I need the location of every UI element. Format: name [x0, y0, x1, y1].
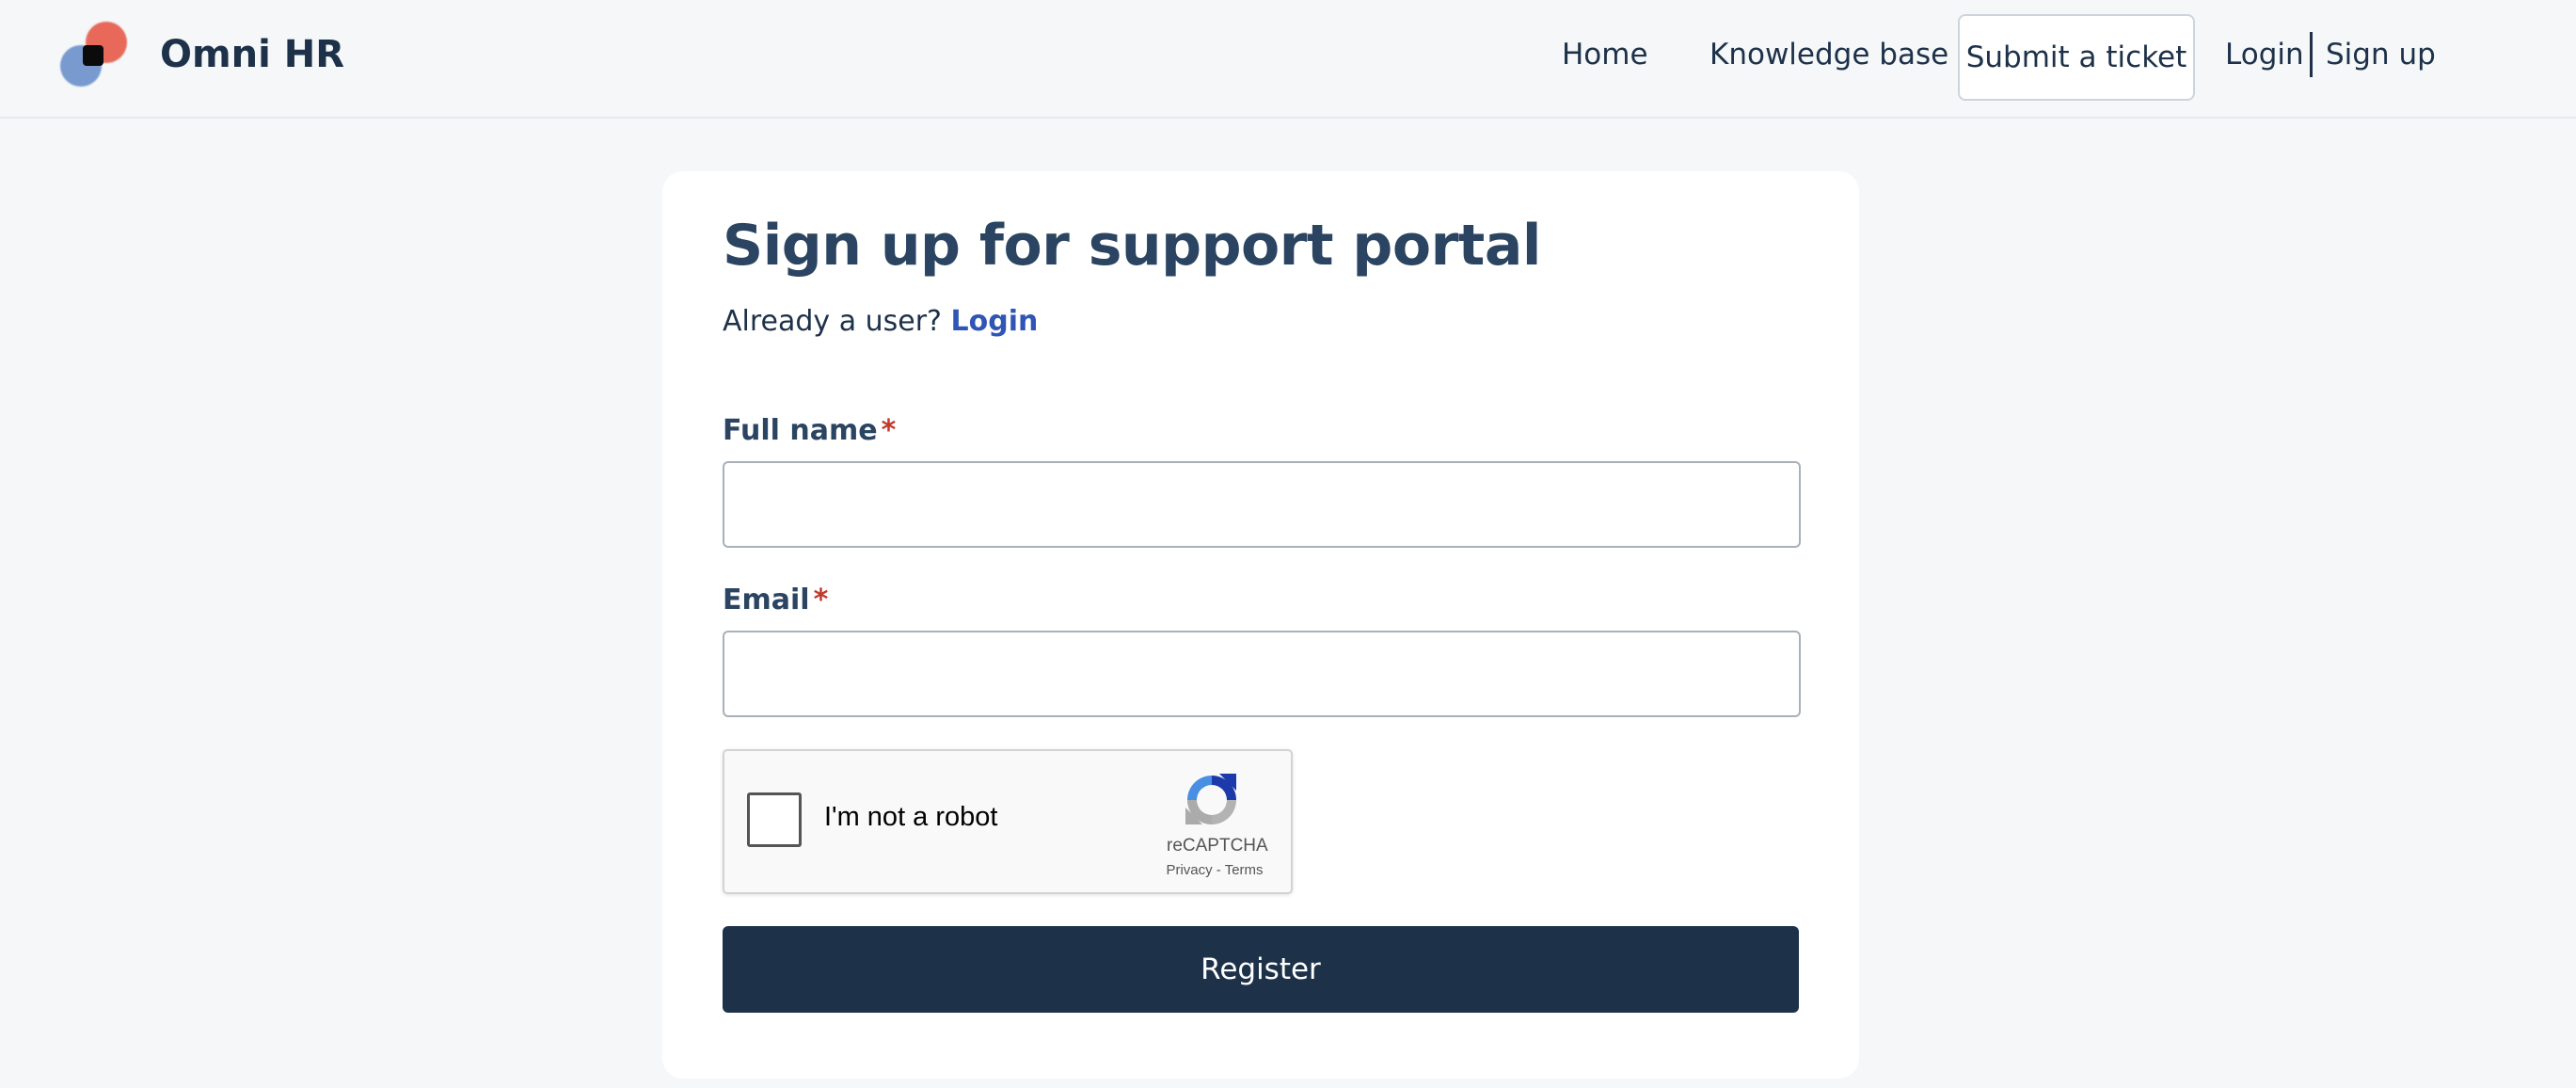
recaptcha-links: Privacy - Terms [1153, 862, 1276, 878]
full-name-label-text: Full name [723, 414, 878, 447]
nav-signup-link[interactable]: Sign up [2326, 30, 2436, 79]
email-label: Email * [723, 584, 828, 616]
nav-home-link[interactable]: Home [1562, 30, 1648, 79]
nav-knowledge-base-link[interactable]: Knowledge base [1709, 30, 1948, 79]
required-marker: * [881, 414, 897, 447]
required-marker: * [813, 584, 829, 616]
site-header: Omni HR Home Knowledge base Submit a tic… [0, 0, 2576, 119]
recaptcha-separator: - [1216, 862, 1221, 878]
nav-divider [2310, 32, 2313, 77]
recaptcha-logo-icon [1182, 770, 1242, 830]
brand-name[interactable]: Omni HR [160, 26, 344, 83]
recaptcha-terms-link[interactable]: Terms [1225, 862, 1264, 878]
full-name-label: Full name * [723, 414, 896, 447]
recaptcha-label: I'm not a robot [824, 802, 998, 832]
recaptcha-widget: I'm not a robot reCAPTCHA Privacy - Term… [723, 749, 1293, 894]
login-link[interactable]: Login [951, 305, 1039, 338]
email-input[interactable] [723, 631, 1801, 717]
signup-card: Sign up for support portal Already a use… [662, 171, 1859, 1079]
full-name-input[interactable] [723, 461, 1801, 548]
email-label-text: Email [723, 584, 810, 616]
submit-ticket-button[interactable]: Submit a ticket [1958, 14, 2195, 101]
already-user-text: Already a user? Login [723, 305, 1038, 338]
page-title: Sign up for support portal [723, 213, 1541, 279]
recaptcha-checkbox[interactable] [747, 792, 802, 847]
nav-login-link[interactable]: Login [2225, 30, 2304, 79]
omni-logo-icon[interactable] [51, 19, 145, 94]
recaptcha-brand: reCAPTCHA [1167, 836, 1268, 856]
register-button[interactable]: Register [723, 926, 1799, 1013]
already-user-label: Already a user? [723, 305, 942, 338]
recaptcha-privacy-link[interactable]: Privacy [1166, 862, 1212, 878]
